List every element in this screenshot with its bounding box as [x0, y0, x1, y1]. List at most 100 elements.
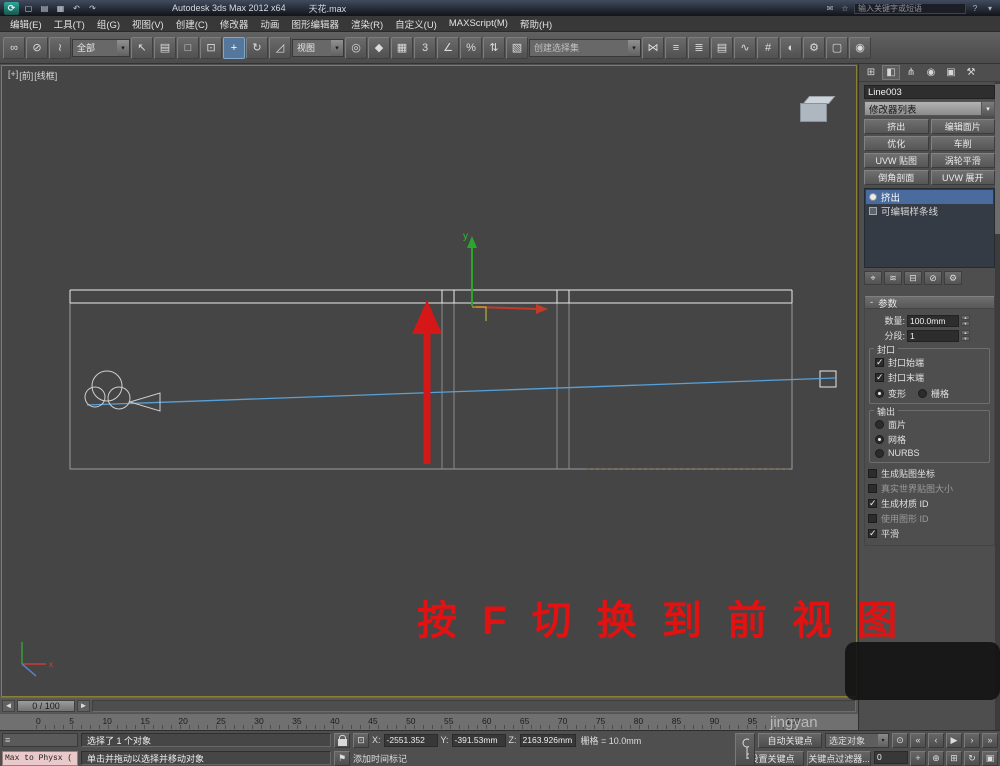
new-scene-icon[interactable]: ▢	[22, 2, 35, 14]
previous-frame-icon[interactable]: ‹	[928, 733, 944, 748]
gen-mapping-checkbox[interactable]	[868, 469, 877, 478]
maxscript-mini-listener[interactable]: Max to Physx (	[2, 751, 78, 766]
undo-icon[interactable]: ↶	[70, 2, 83, 14]
menu-help[interactable]: 帮助(H)	[514, 16, 558, 31]
modifier-button-uvw-unwrap[interactable]: UVW 展开	[931, 170, 996, 185]
select-and-rotate-icon[interactable]: ↻	[246, 37, 268, 59]
help-icon[interactable]: ?	[969, 4, 981, 13]
viewport-menu-general[interactable]: [+]	[8, 69, 18, 82]
parameters-rollout-header[interactable]: - 参数	[864, 296, 995, 309]
mesh-radio[interactable]	[875, 435, 884, 444]
modifier-button-uvw-map[interactable]: UVW 贴图	[864, 153, 929, 168]
tab-hierarchy-icon[interactable]: ⋔	[902, 65, 920, 80]
redo-icon[interactable]: ↷	[86, 2, 99, 14]
transform-gizmo[interactable]: y	[463, 231, 548, 321]
tab-utilities-icon[interactable]: ⚒	[962, 65, 980, 80]
nurbs-radio[interactable]	[875, 449, 884, 458]
spin-up-icon[interactable]: ▲	[961, 330, 970, 335]
spin-down-icon[interactable]: ▼	[961, 336, 970, 341]
selection-filter-combo[interactable]: 全部 ▾	[72, 39, 130, 57]
cap-end-checkbox[interactable]	[875, 373, 884, 382]
set-keys-button[interactable]	[735, 733, 755, 766]
stack-item-editable-spline[interactable]: 可编辑样条线	[866, 204, 993, 218]
save-file-icon[interactable]: ▦	[54, 2, 67, 14]
x-coordinate-field[interactable]: -2551.352	[384, 734, 438, 747]
menu-animation[interactable]: 动画	[254, 16, 285, 31]
maximize-viewport-icon[interactable]: ▣	[982, 751, 998, 766]
time-slider-handle[interactable]: 0 / 100	[17, 700, 75, 712]
graphite-ribbon-icon[interactable]: ▤	[711, 37, 733, 59]
morph-radio[interactable]	[875, 389, 884, 398]
extrusion-wireframe[interactable]	[70, 290, 792, 303]
orbit-icon[interactable]: ↻	[964, 751, 980, 766]
stack-item-extrude[interactable]: 挤出	[866, 190, 993, 204]
chevron-down-icon[interactable]: ▾	[331, 40, 343, 56]
next-frame-icon[interactable]: ›	[964, 733, 980, 748]
time-slider-next-icon[interactable]: ►	[77, 700, 90, 712]
render-production-icon[interactable]: ◉	[849, 37, 871, 59]
maxscript-mini-listener-top[interactable]: ≡	[2, 733, 78, 747]
chevron-down-icon[interactable]: ▾	[981, 102, 994, 115]
absolute-offset-toggle-icon[interactable]: ⊡	[353, 733, 369, 748]
time-slider-track[interactable]	[92, 700, 856, 712]
gen-matid-checkbox[interactable]	[868, 499, 877, 508]
modifier-enabled-icon[interactable]	[869, 193, 877, 201]
modifier-button-optimize[interactable]: 优化	[864, 136, 929, 151]
selection-lock-button[interactable]	[334, 733, 350, 748]
menu-customize[interactable]: 自定义(U)	[389, 16, 443, 31]
amount-field[interactable]: 100.0mm	[907, 315, 959, 327]
amount-spinner[interactable]: ▲ ▼	[961, 315, 970, 326]
spin-up-icon[interactable]: ▲	[961, 315, 970, 320]
time-tag-icon[interactable]: ⚑	[334, 751, 350, 766]
help-dropdown-icon[interactable]: ▾	[984, 4, 996, 13]
chevron-down-icon[interactable]: ▾	[628, 40, 640, 56]
menu-create[interactable]: 创建(C)	[170, 16, 214, 31]
schematic-view-icon[interactable]: #	[757, 37, 779, 59]
communication-icon[interactable]: ✉	[824, 4, 836, 13]
segments-spinner[interactable]: ▲ ▼	[961, 330, 970, 341]
keyboard-shortcut-override-icon[interactable]: ▦	[391, 37, 413, 59]
play-animation-icon[interactable]: ▶	[946, 733, 962, 748]
rendered-frame-window-icon[interactable]: ▢	[826, 37, 848, 59]
viewcube[interactable]	[800, 96, 836, 124]
snap-toggle-3d-icon[interactable]: 3	[414, 37, 436, 59]
rectangular-selection-region-icon[interactable]: □	[177, 37, 199, 59]
favorites-star-icon[interactable]: ☆	[839, 4, 851, 13]
spin-down-icon[interactable]: ▼	[961, 321, 970, 326]
go-to-end-icon[interactable]: »	[982, 733, 998, 748]
percent-snap-icon[interactable]: %	[460, 37, 482, 59]
select-and-scale-icon[interactable]: ◿	[269, 37, 291, 59]
patch-radio[interactable]	[875, 420, 884, 429]
modifier-button-edit-patch[interactable]: 编辑面片	[931, 119, 996, 134]
zoom-icon[interactable]: ⊕	[928, 751, 944, 766]
menu-graph-editors[interactable]: 图形编辑器	[285, 16, 345, 31]
application-menu-button[interactable]: ⟳	[4, 2, 19, 15]
modifier-button-bevel-profile[interactable]: 倒角剖面	[864, 170, 929, 185]
z-coordinate-field[interactable]: 2163.926mm	[520, 734, 576, 747]
menu-tools[interactable]: 工具(T)	[48, 16, 91, 31]
material-editor-icon[interactable]: ◐	[780, 37, 802, 59]
chevron-down-icon[interactable]: ▾	[117, 40, 129, 56]
show-end-result-icon[interactable]: ≋	[884, 271, 902, 285]
viewport-menu-pov[interactable]: [前]	[19, 69, 33, 82]
open-file-icon[interactable]: ▤	[38, 2, 51, 14]
tab-display-icon[interactable]: ▣	[942, 65, 960, 80]
segments-field[interactable]: 1	[907, 330, 959, 342]
object-name-field[interactable]: Line003	[864, 85, 995, 99]
y-coordinate-field[interactable]: -391.53mm	[452, 734, 506, 747]
panel-scrollbar-thumb[interactable]	[995, 84, 1000, 234]
layer-manager-icon[interactable]: ≣	[688, 37, 710, 59]
cap-start-checkbox[interactable]	[875, 358, 884, 367]
select-and-manipulate-icon[interactable]: ◆	[368, 37, 390, 59]
angle-snap-icon[interactable]: ∠	[437, 37, 459, 59]
align-icon[interactable]: ≡	[665, 37, 687, 59]
menu-maxscript[interactable]: MAXScript(M)	[443, 16, 514, 31]
use-pivot-center-icon[interactable]: ◎	[345, 37, 367, 59]
modifier-button-lathe[interactable]: 车削	[931, 136, 996, 151]
spline-line[interactable]	[87, 378, 835, 405]
edit-named-selection-sets-icon[interactable]: ▧	[506, 37, 528, 59]
key-mode-toggle-icon[interactable]: ⊙	[892, 733, 908, 748]
track-bar[interactable]: 0 5 10 15 20 25 30 35 40 45 50 55 60 65 …	[0, 713, 858, 730]
panel-scrollbar[interactable]	[995, 82, 1000, 730]
tab-create-icon[interactable]: ⊞	[862, 65, 880, 80]
